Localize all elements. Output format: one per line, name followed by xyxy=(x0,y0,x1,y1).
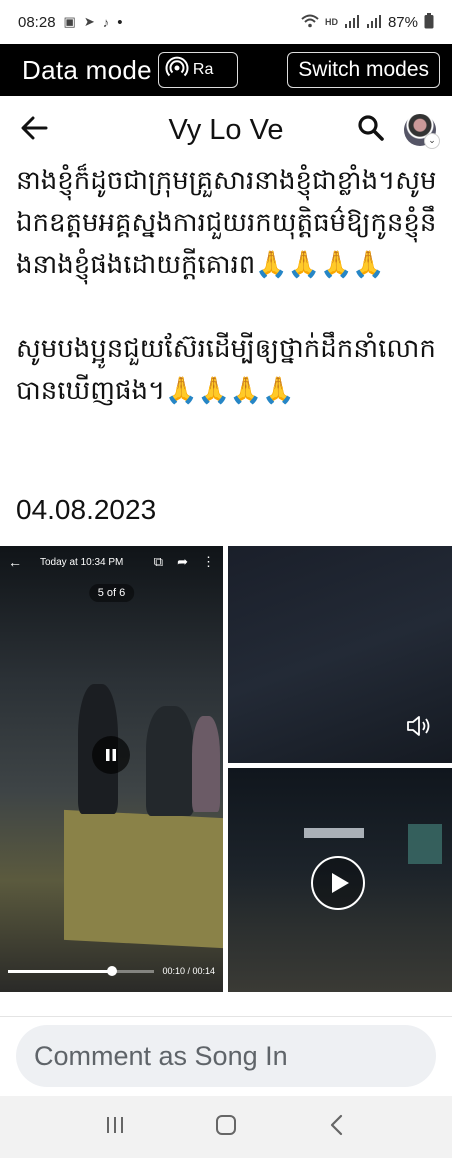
wifi-icon xyxy=(301,14,319,31)
data-mode-bar: Data mode Ra Switch modes xyxy=(0,44,452,96)
pause-icon xyxy=(106,749,116,761)
status-dot: • xyxy=(117,13,123,31)
video-progress-fill xyxy=(8,969,112,973)
video-progress-track[interactable] xyxy=(8,965,155,976)
signal-icon xyxy=(344,14,360,31)
scene-person xyxy=(192,716,220,812)
gallery-icon: ▣ xyxy=(63,14,76,29)
battery-icon xyxy=(424,12,434,32)
share-icon[interactable]: ➦ xyxy=(177,554,188,570)
hd-icon: HD xyxy=(324,17,338,27)
back-nav-button[interactable] xyxy=(324,1112,350,1142)
post-date: 04.08.2023 xyxy=(16,494,157,525)
post-text: នាងខ្ញុំក៏ដូចជាក្រុមគ្រួសារនាងខ្ញុំជាខ្ល… xyxy=(16,166,437,406)
header-actions: ⌄ xyxy=(356,113,440,149)
play-button[interactable] xyxy=(311,856,365,910)
comment-bar xyxy=(0,1016,452,1097)
data-mode-indicator[interactable]: Ra xyxy=(157,52,238,88)
recent-apps-icon xyxy=(107,1117,124,1133)
data-mode-indicator-label: Ra xyxy=(192,61,214,78)
search-icon xyxy=(358,115,384,141)
scene-shop xyxy=(408,824,442,864)
scene-wall xyxy=(64,809,223,949)
system-nav-bar xyxy=(0,1096,452,1158)
play-icon xyxy=(332,873,349,893)
back-button[interactable] xyxy=(18,112,50,148)
pause-button[interactable] xyxy=(92,736,130,774)
video-progress: 00:10 / 00:14 xyxy=(8,964,215,978)
more-options-icon[interactable]: ⋮ xyxy=(202,554,215,570)
data-mode-title: Data mode xyxy=(22,54,152,85)
avatar[interactable]: ⌄ xyxy=(404,114,440,149)
back-arrow-icon xyxy=(21,116,48,140)
media-tile-bottom-right[interactable] xyxy=(228,768,452,992)
broadcast-icon xyxy=(165,56,189,85)
search-button[interactable] xyxy=(356,113,386,147)
switch-modes-button[interactable]: Switch modes xyxy=(287,52,440,88)
scene-lights xyxy=(304,828,364,838)
home-button[interactable] xyxy=(213,1112,239,1142)
status-time: 08:28 xyxy=(18,13,56,31)
sound-button[interactable] xyxy=(404,711,434,741)
home-icon xyxy=(215,1115,236,1135)
chevron-left-icon xyxy=(330,1114,342,1136)
back-arrow-icon[interactable]: ← xyxy=(8,554,22,570)
tiktok-icon: ♪ xyxy=(102,14,110,30)
video-progress-knob[interactable] xyxy=(106,965,117,976)
open-external-icon[interactable]: ⧉ xyxy=(154,554,163,570)
status-bar: 08:28 ▣ ➤ ♪ • HD 87% xyxy=(0,0,452,44)
media-tile-top-right[interactable] xyxy=(228,546,452,763)
telegram-icon: ➤ xyxy=(83,14,95,29)
battery-percent: 87% xyxy=(387,13,418,31)
signal-icon xyxy=(366,14,382,31)
volume-icon xyxy=(407,716,430,736)
media-counter: 5 of 6 xyxy=(88,584,135,602)
video-timestamp: Today at 10:34 PM xyxy=(40,556,124,568)
status-left: 08:28 ▣ ➤ ♪ • xyxy=(18,14,123,31)
scene-person xyxy=(146,706,194,816)
video-time: 00:10 / 00:14 xyxy=(162,966,215,976)
video-actions: ⧉ ➦ ⋮ xyxy=(154,554,215,570)
page-header: Vy Lo Ve ⌄ xyxy=(0,96,452,164)
recent-apps-button[interactable] xyxy=(102,1112,128,1142)
video-player[interactable]: ← Today at 10:34 PM ⧉ ➦ ⋮ 5 of 6 00:10 /… xyxy=(0,546,223,992)
comment-input[interactable] xyxy=(16,1025,436,1087)
chevron-down-icon: ⌄ xyxy=(424,133,440,149)
status-right: HD 87% xyxy=(301,12,434,32)
video-top-bar: ← Today at 10:34 PM ⧉ ➦ ⋮ xyxy=(0,546,223,578)
